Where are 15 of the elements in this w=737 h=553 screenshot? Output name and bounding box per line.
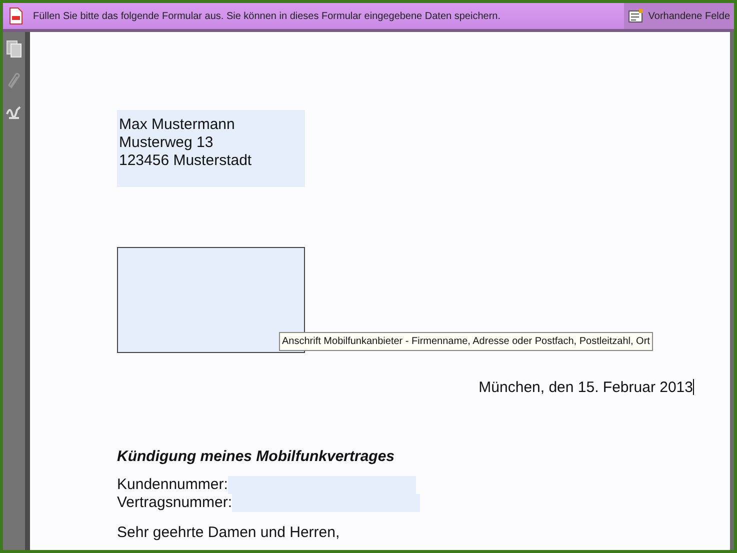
tooltip: Anschrift Mobilfunkanbieter - Firmenname, Adresse oder Postfach, Postleitzahl, Ort bbox=[279, 332, 653, 351]
paperclip-icon[interactable] bbox=[7, 72, 21, 90]
field-label: Kundennummer: bbox=[117, 476, 228, 494]
pages-icon[interactable] bbox=[6, 40, 22, 58]
sender-address-field[interactable]: Max Mustermann Musterweg 13 123456 Musterstadt bbox=[117, 110, 305, 187]
text-cursor bbox=[693, 379, 694, 395]
infobar-message: Füllen Sie bitte das folgende Formular aus. Sie können in dieses Formular eingegebene Daten speichern. bbox=[33, 10, 500, 24]
signature-icon[interactable] bbox=[6, 104, 22, 120]
existing-fields-button[interactable]: Vorhandene Felde bbox=[624, 3, 734, 29]
form-fields-icon bbox=[628, 9, 644, 23]
salutation-text: Sehr geehrte Damen und Herren, bbox=[117, 523, 341, 543]
pdf-document-icon bbox=[9, 7, 23, 25]
date-text: München, den 15. Februar 2013 bbox=[478, 379, 693, 396]
field-label: Vertragsnummer: bbox=[117, 494, 232, 512]
subject-line: Kündigung meines Mobilfunkvertrages bbox=[117, 446, 396, 466]
